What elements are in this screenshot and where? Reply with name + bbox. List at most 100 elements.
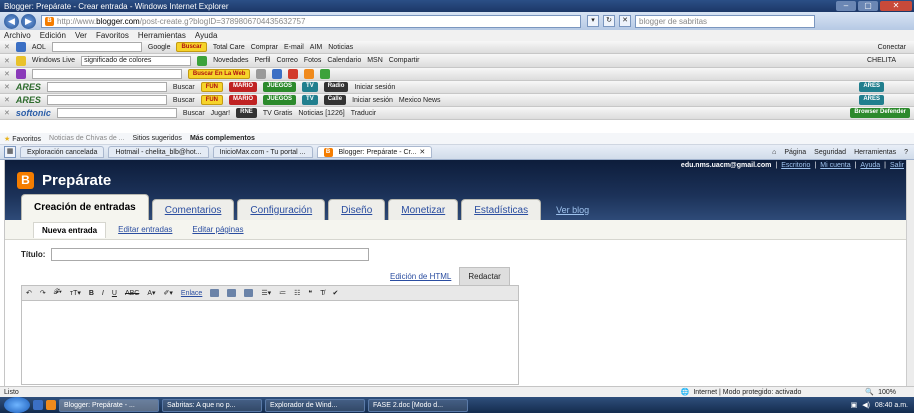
tab-diseno[interactable]: Diseño [328, 199, 386, 220]
close-button[interactable]: ✕ [880, 1, 912, 11]
mi-cuenta-link[interactable]: Mi cuenta [820, 162, 850, 169]
refresh-icon[interactable]: ↻ [603, 15, 615, 27]
email-item[interactable]: E-mail [284, 44, 304, 51]
forward-button[interactable]: ▶ [21, 13, 36, 29]
tab-blogger[interactable]: B Blogger: Prepárate - Cr... ✕ [316, 146, 433, 158]
perfil-item[interactable]: Perfil [254, 57, 270, 64]
tv-gratis-button[interactable]: TV Gratis [263, 110, 293, 117]
traducir-button[interactable]: Traducir [351, 110, 376, 117]
tab-configuracion[interactable]: Configuración [237, 199, 326, 220]
mexico-news-link[interactable]: Mexico News [399, 97, 441, 104]
remove-format-icon[interactable]: T̸ [320, 290, 324, 297]
mas-complementos-link[interactable]: Más complementos [190, 135, 255, 142]
address-input[interactable]: B http://www. blogger.com/post-create.g?b… [41, 14, 581, 28]
ver-blog-link[interactable]: Ver blog [544, 199, 601, 220]
pagina-menu[interactable]: Página [784, 149, 806, 156]
ares-buscar-button[interactable]: Buscar [173, 97, 195, 104]
spellcheck-icon[interactable]: ✔ [332, 289, 338, 297]
undo-icon[interactable]: ↶ [26, 289, 32, 297]
redo-icon[interactable]: ↷ [40, 289, 46, 297]
buscar-en-la-web-button[interactable]: Buscar En La Web [187, 69, 251, 79]
numbered-list-icon[interactable]: ≔ [279, 289, 286, 297]
comprar-item[interactable]: Comprar [251, 44, 278, 51]
vertical-scrollbar[interactable] [906, 160, 914, 386]
maximize-button[interactable]: ▢ [858, 1, 878, 11]
italic-icon[interactable]: I [102, 290, 104, 297]
radio-button[interactable]: Calle [323, 95, 347, 105]
juegos-button[interactable]: JUEGOS [263, 82, 297, 92]
minimize-button[interactable]: – [836, 1, 856, 11]
correo-item[interactable]: Correo [276, 57, 297, 64]
close-toolbar-icon[interactable]: ✕ [4, 96, 10, 104]
menu-ayuda[interactable]: Ayuda [195, 31, 218, 40]
image-icon[interactable] [210, 289, 220, 297]
home-icon[interactable]: ⌂ [772, 149, 776, 156]
toolbar-icon[interactable] [256, 69, 267, 79]
browser-defender-button[interactable]: Browser Defender [850, 108, 910, 118]
tab-monetizar[interactable]: Monetizar [388, 199, 459, 220]
network-icon[interactable]: ▣ [851, 401, 858, 409]
google-search-field[interactable] [51, 42, 142, 52]
buscar-button[interactable]: Buscar [176, 42, 207, 52]
tv-button[interactable]: TV [302, 95, 318, 105]
msn-item[interactable]: MSN [367, 57, 383, 64]
close-toolbar-icon[interactable]: ✕ [4, 83, 10, 91]
toolbar-icon[interactable] [272, 69, 283, 79]
zoom-level[interactable]: 100% [878, 389, 904, 396]
start-button[interactable] [4, 397, 30, 413]
menu-edicion[interactable]: Edición [40, 31, 66, 40]
tv-button[interactable]: TV [302, 82, 318, 92]
tab-exploracion[interactable]: Exploración cancelada [20, 146, 105, 158]
ares-search-field[interactable] [46, 82, 167, 92]
zoom-icon[interactable]: 🔍 [865, 388, 874, 396]
iniciar-sesion-link[interactable]: Iniciar sesión [352, 97, 393, 104]
total-care-item[interactable]: Total Care [213, 44, 245, 51]
salir-link[interactable]: Salir [890, 162, 904, 169]
toolbar-icon[interactable] [288, 69, 299, 79]
title-input[interactable] [51, 248, 370, 261]
aol-label[interactable]: AOL [32, 44, 46, 51]
quick-tabs-icon[interactable]: ▦ [4, 146, 16, 158]
task-explorador[interactable]: Explorador de Wind... [265, 398, 365, 412]
underline-icon[interactable]: U [112, 290, 117, 297]
ares-badge[interactable]: ARES [859, 82, 884, 92]
editar-entradas-tab[interactable]: Editar entradas [110, 222, 180, 237]
menu-favoritos[interactable]: Favoritos [96, 31, 129, 40]
chivas-link[interactable]: Noticias de Chivas de ... [49, 135, 124, 142]
close-toolbar-icon[interactable]: ✕ [4, 109, 10, 117]
close-toolbar-icon[interactable]: ✕ [4, 70, 10, 78]
jump-break-icon[interactable] [244, 289, 254, 297]
nueva-entrada-tab[interactable]: Nueva entrada [33, 221, 107, 238]
strikethrough-icon[interactable]: ABC [125, 290, 139, 297]
noticias-item[interactable]: Noticias [328, 44, 353, 51]
herramientas-menu[interactable]: Herramientas [854, 149, 896, 156]
menu-ver[interactable]: Ver [75, 31, 87, 40]
tab-estadisticas[interactable]: Estadísticas [461, 199, 542, 220]
task-blogger[interactable]: Blogger: Prepárate - ... [59, 398, 159, 412]
conectar-item[interactable]: Conectar [878, 44, 914, 51]
tab-creacion-de-entradas[interactable]: Creación de entradas [21, 194, 149, 220]
live-search-icon[interactable] [197, 55, 208, 66]
fun-button[interactable]: FUN [200, 95, 224, 105]
highlight-icon[interactable]: ✐▾ [164, 289, 173, 297]
ares-buscar-button[interactable]: Buscar [173, 84, 195, 91]
font-size-icon[interactable]: тT▾ [70, 289, 81, 297]
link-button[interactable]: Enlace [181, 290, 202, 297]
volume-icon[interactable]: ◀) [862, 401, 870, 409]
redactar-tab[interactable]: Redactar [459, 267, 510, 285]
mario-button[interactable]: MARIO [229, 82, 258, 92]
softonic-buscar-button[interactable]: Buscar [183, 110, 205, 117]
calendario-item[interactable]: Calendario [327, 57, 361, 64]
iniciar-sesion-link[interactable]: Iniciar sesión [354, 84, 395, 91]
menu-herramientas[interactable]: Herramientas [138, 31, 186, 40]
yahoo-search-field[interactable] [31, 69, 182, 79]
ayuda-link[interactable]: Ayuda [860, 162, 880, 169]
favoritos-button[interactable]: ★ Favoritos [4, 135, 41, 143]
clock[interactable]: 08:40 a.m. [875, 402, 908, 409]
sitios-sugeridos-link[interactable]: Sitios sugeridos [133, 135, 182, 142]
escritorio-link[interactable]: Escritorio [781, 162, 810, 169]
quote-icon[interactable]: ❝ [308, 289, 312, 297]
task-sabritas[interactable]: Sabritas: A que no p... [162, 398, 262, 412]
ie-quicklaunch-icon[interactable] [33, 400, 43, 410]
dropdown-arrow-icon[interactable]: ▾ [587, 15, 599, 27]
